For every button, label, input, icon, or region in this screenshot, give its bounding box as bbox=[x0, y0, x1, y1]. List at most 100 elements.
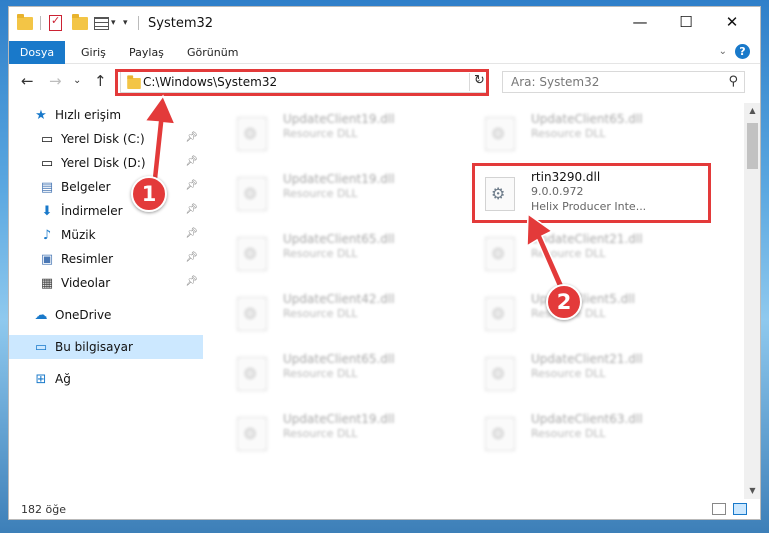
file-list: UpdateClient19.dll Resource DLL UpdateCl… bbox=[211, 103, 738, 495]
sidebar-item-label: Belgeler bbox=[61, 180, 111, 194]
sidebar-item-drive-d[interactable]: ▭ Yerel Disk (D:) 📌︎ bbox=[9, 151, 203, 175]
computer-icon: ▭ bbox=[34, 339, 48, 355]
search-input[interactable]: Ara: System32 bbox=[511, 75, 599, 89]
file-tile[interactable]: UpdateClient5.dll Resource DLL bbox=[469, 283, 699, 341]
sidebar-item-quick-access[interactable]: ★ Hızlı erişim bbox=[9, 103, 203, 127]
close-button[interactable]: ✕ bbox=[709, 7, 755, 37]
pictures-icon: ▣ bbox=[40, 251, 54, 267]
scroll-down-icon[interactable]: ▼ bbox=[744, 483, 760, 499]
customize-toolbar-icon[interactable]: ▾ bbox=[123, 14, 128, 32]
forward-button[interactable]: → bbox=[49, 72, 62, 90]
up-button[interactable]: ↑ bbox=[94, 72, 107, 90]
folder-icon bbox=[17, 13, 33, 32]
search-box[interactable]: Ara: System32 ⚲ bbox=[502, 71, 745, 93]
sidebar-item-documents[interactable]: ▤ Belgeler 📌︎ bbox=[9, 175, 203, 199]
file-tile[interactable]: UpdateClient65.dll Resource DLL bbox=[221, 223, 451, 281]
pin-icon[interactable]: 📌︎ bbox=[185, 204, 198, 215]
file-tile[interactable]: UpdateClient19.dll Resource DLL bbox=[221, 163, 451, 221]
title-bar: ▾ ▾ System32 — ☐ ✕ bbox=[9, 7, 760, 39]
file-type: Resource DLL bbox=[283, 427, 358, 440]
chevron-down-icon[interactable]: ▾ bbox=[111, 14, 116, 32]
file-type: Resource DLL bbox=[283, 187, 358, 200]
file-name: UpdateClient19.dll bbox=[283, 112, 395, 126]
sidebar-item-label: Resimler bbox=[61, 252, 114, 266]
file-type: Resource DLL bbox=[531, 427, 606, 440]
minimize-button[interactable]: — bbox=[617, 7, 663, 37]
file-type: Resource DLL bbox=[283, 127, 358, 140]
sidebar-item-label: Bu bilgisayar bbox=[55, 340, 133, 354]
dll-file-icon bbox=[237, 237, 267, 271]
properties-icon[interactable] bbox=[49, 14, 62, 32]
file-name: UpdateClient21.dll bbox=[531, 352, 643, 366]
file-type: Resource DLL bbox=[283, 247, 358, 260]
file-name: UpdateClient63.dll bbox=[531, 412, 643, 426]
address-annotation-box bbox=[115, 69, 489, 96]
sidebar-item-onedrive[interactable]: ☁ OneDrive bbox=[9, 303, 203, 327]
vertical-scrollbar[interactable]: ▲ ▼ bbox=[744, 103, 760, 499]
file-tile[interactable]: UpdateClient21.dll Resource DLL bbox=[469, 223, 699, 281]
pin-icon[interactable]: 📌︎ bbox=[185, 180, 198, 191]
dll-file-icon bbox=[485, 357, 515, 391]
sidebar-item-network[interactable]: ⊞ Ağ bbox=[9, 367, 203, 391]
back-button[interactable]: ← bbox=[21, 72, 34, 90]
recent-locations-button[interactable]: ⌄ bbox=[73, 75, 81, 86]
file-type: Resource DLL bbox=[531, 127, 606, 140]
dll-file-icon bbox=[485, 297, 515, 331]
sidebar-item-this-pc[interactable]: ▭ Bu bilgisayar bbox=[9, 335, 203, 359]
file-tile[interactable]: UpdateClient42.dll Resource DLL bbox=[221, 283, 451, 341]
tab-home[interactable]: Giriş bbox=[81, 41, 106, 64]
close-icon: ✕ bbox=[725, 13, 739, 31]
sidebar-item-label: Ağ bbox=[55, 372, 71, 386]
scroll-thumb[interactable] bbox=[747, 123, 758, 169]
explorer-window: ▾ ▾ System32 — ☐ ✕ Dosya Giriş Paylaş Gö… bbox=[8, 6, 761, 520]
pin-icon[interactable]: 📌︎ bbox=[185, 228, 198, 239]
file-tile[interactable]: UpdateClient65.dll Resource DLL bbox=[221, 343, 451, 401]
scroll-up-icon[interactable]: ▲ bbox=[744, 103, 760, 119]
separator bbox=[138, 14, 139, 32]
dll-file-icon bbox=[237, 357, 267, 391]
sidebar-item-drive-c[interactable]: ▭ Yerel Disk (C:) 📌︎ bbox=[9, 127, 203, 151]
file-name: UpdateClient19.dll bbox=[283, 412, 395, 426]
search-icon[interactable]: ⚲ bbox=[728, 74, 738, 89]
new-folder-icon[interactable] bbox=[72, 13, 88, 32]
expand-ribbon-icon[interactable]: ⌄ bbox=[719, 46, 727, 57]
view-options-icon[interactable] bbox=[94, 14, 109, 32]
file-tile[interactable]: UpdateClient65.dll Resource DLL bbox=[469, 103, 699, 161]
details-view-icon[interactable] bbox=[712, 503, 726, 515]
file-tile[interactable]: UpdateClient19.dll Resource DLL bbox=[221, 403, 451, 461]
videos-icon: ▦ bbox=[40, 275, 54, 291]
step-1-badge: 1 bbox=[131, 176, 167, 212]
item-count: 182 öğe bbox=[21, 503, 66, 516]
sidebar-item-label: Videolar bbox=[61, 276, 111, 290]
tab-view[interactable]: Görünüm bbox=[187, 41, 238, 64]
file-type: Resource DLL bbox=[283, 307, 358, 320]
tab-file[interactable]: Dosya bbox=[9, 41, 65, 64]
sidebar-item-label: Yerel Disk (D:) bbox=[61, 156, 146, 170]
dll-file-icon bbox=[237, 177, 267, 211]
tiles-view-icon[interactable] bbox=[733, 503, 747, 515]
sidebar-item-videos[interactable]: ▦ Videolar 📌︎ bbox=[9, 271, 203, 295]
pin-icon[interactable]: 📌︎ bbox=[185, 276, 198, 287]
sidebar-item-label: OneDrive bbox=[55, 308, 112, 322]
drive-icon: ▭ bbox=[40, 131, 54, 147]
file-tile[interactable]: UpdateClient63.dll Resource DLL bbox=[469, 403, 699, 461]
network-icon: ⊞ bbox=[35, 371, 47, 387]
file-tile[interactable]: UpdateClient19.dll Resource DLL bbox=[221, 103, 451, 161]
dll-file-icon bbox=[485, 237, 515, 271]
file-name: UpdateClient42.dll bbox=[283, 292, 395, 306]
file-tile[interactable]: UpdateClient21.dll Resource DLL bbox=[469, 343, 699, 401]
pin-icon[interactable]: 📌︎ bbox=[185, 156, 198, 167]
sidebar-item-music[interactable]: ♪ Müzik 📌︎ bbox=[9, 223, 203, 247]
pin-icon[interactable]: 📌︎ bbox=[185, 132, 198, 143]
maximize-button[interactable]: ☐ bbox=[663, 7, 709, 37]
tab-share[interactable]: Paylaş bbox=[129, 41, 164, 64]
pin-icon[interactable]: 📌︎ bbox=[185, 252, 198, 263]
minimize-icon: — bbox=[632, 13, 648, 31]
sidebar-item-downloads[interactable]: ⬇ İndirmeler 📌︎ bbox=[9, 199, 203, 223]
window-title: System32 bbox=[148, 16, 214, 31]
dll-file-icon bbox=[237, 117, 267, 151]
help-icon[interactable]: ? bbox=[735, 44, 750, 59]
sidebar-item-pictures[interactable]: ▣ Resimler 📌︎ bbox=[9, 247, 203, 271]
dll-file-icon bbox=[485, 117, 515, 151]
file-name: UpdateClient19.dll bbox=[283, 172, 395, 186]
